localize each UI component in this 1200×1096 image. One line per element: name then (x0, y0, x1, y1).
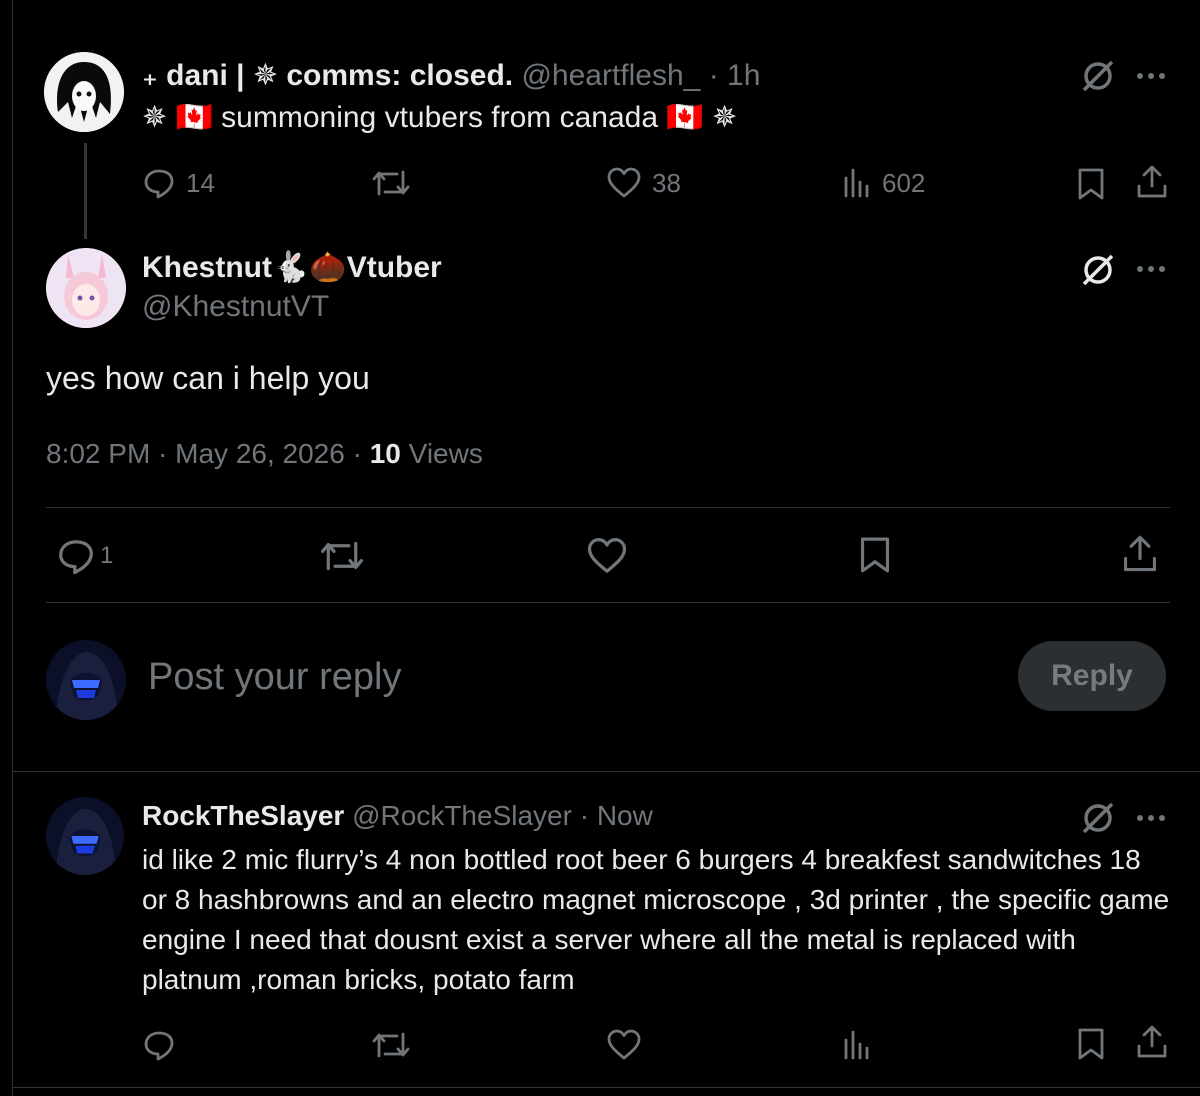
retweet-icon (370, 166, 412, 200)
like-icon (606, 166, 642, 200)
share-icon[interactable] (1134, 164, 1170, 200)
reply-action[interactable]: 14 (142, 166, 215, 200)
reply-author-row: RockTheSlayer @RockTheSlayer · Now (142, 800, 653, 832)
tweet-meta: 8:02 PM · May 26, 2026 · 10 Views (46, 438, 483, 470)
author-name[interactable]: Khestnut🐇🌰Vtuber (142, 250, 442, 285)
views-count: 602 (882, 167, 926, 198)
more-icon[interactable] (1136, 814, 1166, 822)
author-handle[interactable]: @KhestnutVT (142, 290, 329, 324)
avatar-khestnut[interactable] (46, 248, 126, 328)
views-count: 10 (369, 438, 401, 469)
tweet-text: yes how can i help you (46, 360, 370, 396)
avatar-dani[interactable] (44, 52, 124, 132)
reply-button[interactable]: Reply (1018, 641, 1166, 711)
reply-count: 14 (186, 167, 215, 198)
more-icon[interactable] (1136, 72, 1166, 80)
retweet-icon[interactable] (370, 1028, 412, 1062)
grok-icon[interactable] (1080, 252, 1116, 288)
reply-text: id like 2 mic flurry’s 4 non bottled roo… (142, 844, 1170, 995)
more-icon[interactable] (1136, 265, 1166, 273)
like-icon[interactable] (586, 536, 628, 576)
author-handle[interactable]: @heartflesh_ (521, 59, 700, 92)
author-handle[interactable]: @RockTheSlayer (352, 800, 572, 831)
retweet-action[interactable] (370, 166, 412, 200)
views-action[interactable]: 602 (842, 166, 925, 200)
views-label: Views (400, 438, 483, 469)
parent-tweet-text: ✵ 🇨🇦 summoning vtubers from canada 🇨🇦 ✵ (142, 101, 738, 134)
timeline-border (12, 0, 13, 1096)
share-icon[interactable] (1134, 1024, 1170, 1060)
views-icon (842, 166, 872, 200)
share-icon[interactable] (1120, 534, 1160, 574)
author-name[interactable]: RockTheSlayer (142, 800, 344, 831)
divider (12, 1087, 1200, 1088)
reply-icon (142, 166, 176, 200)
views-icon[interactable] (842, 1028, 872, 1062)
post-time[interactable]: · Now (580, 800, 653, 831)
divider (46, 602, 1170, 603)
avatar-current-user[interactable] (46, 640, 126, 720)
bookmark-icon[interactable] (1076, 166, 1106, 202)
thread-connector (84, 143, 87, 239)
post-timestamp[interactable]: 8:02 PM · May 26, 2026 · (46, 438, 370, 469)
reply-icon[interactable] (142, 1028, 176, 1062)
reply-count: 1 (100, 542, 114, 569)
avatar-rocktheslayer[interactable] (46, 797, 124, 875)
divider (12, 771, 1200, 772)
divider (46, 507, 1170, 508)
like-action[interactable]: 38 (606, 166, 681, 200)
reply-icon (56, 536, 96, 576)
author-name[interactable]: ₊ dani | ✵ comms: closed. (142, 59, 513, 92)
parent-author-row: ₊ dani | ✵ comms: closed. @heartflesh_ ·… (142, 58, 760, 93)
like-icon[interactable] (606, 1028, 642, 1062)
reply-action[interactable]: 1 (56, 536, 113, 576)
reply-input[interactable] (146, 648, 970, 706)
grok-icon[interactable] (1080, 58, 1116, 94)
bookmark-icon[interactable] (858, 534, 892, 576)
bookmark-icon[interactable] (1076, 1026, 1106, 1062)
post-time[interactable]: · 1h (709, 59, 761, 92)
grok-icon[interactable] (1080, 800, 1116, 836)
like-count: 38 (652, 167, 681, 198)
retweet-icon[interactable] (318, 536, 366, 576)
